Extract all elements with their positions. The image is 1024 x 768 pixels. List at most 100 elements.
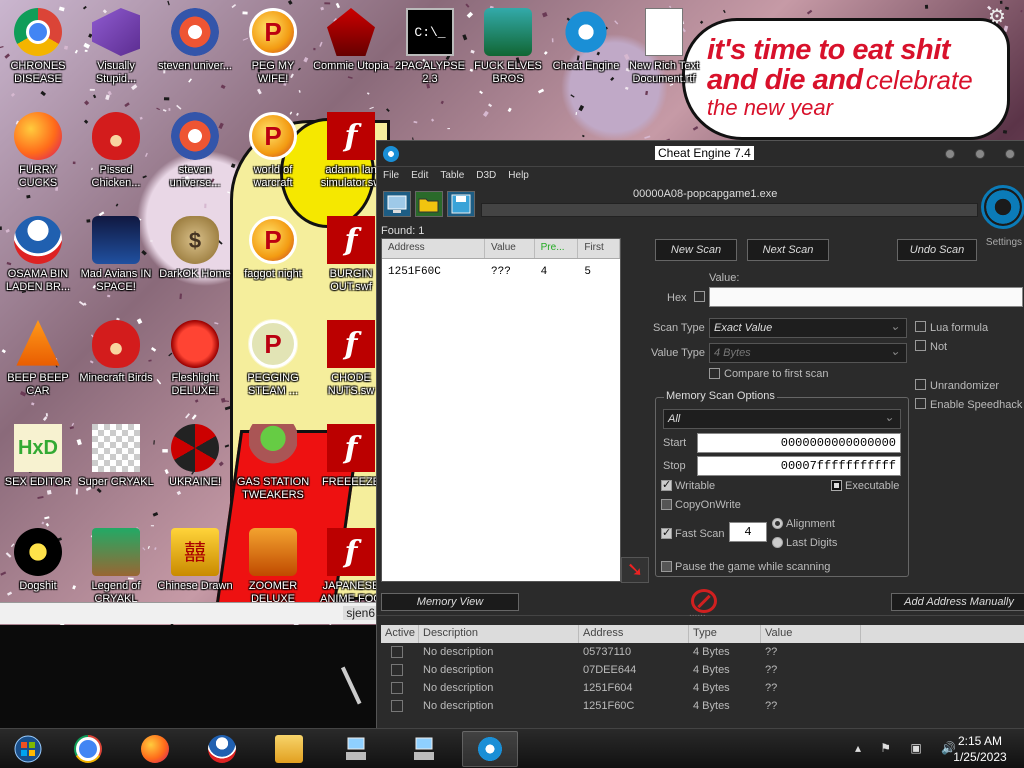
unrandomizer-checkbox[interactable] [915,379,926,390]
desktop-icon[interactable]: P PEGGING STEAM ... [235,319,311,398]
desktop-icon[interactable]: Cheat Engine [548,8,624,73]
title-bar[interactable]: Cheat Engine 7.4 [377,141,1024,167]
open-folder-button[interactable] [415,191,443,217]
menu-help[interactable]: Help [502,168,535,183]
speedhack-checkbox[interactable] [915,398,926,409]
not-checkbox[interactable] [915,340,926,351]
fast-scan-alignment-input[interactable]: 4 [729,522,767,542]
active-cell [381,646,419,658]
desktop-icon[interactable]: 囍 Chinese Drawn [157,528,233,593]
taskbar-firefox[interactable] [127,731,183,767]
desktop-icon[interactable]: FURRY CUCKS [0,112,76,190]
column-value[interactable]: Value [485,239,535,258]
select-process-button[interactable] [383,191,411,217]
column-previous[interactable]: Pre... [535,239,579,258]
minimize-button[interactable] [945,149,955,159]
hex-checkbox[interactable] [694,291,705,302]
taskbar-cheat-engine[interactable] [462,731,518,767]
column-active[interactable]: Active [381,625,419,643]
scan-results-list[interactable]: Address Value Pre... First 1251F60C ??? … [381,238,621,582]
save-button[interactable] [447,191,475,217]
desktop-icon[interactable]: CHRONES DISEASE [0,8,76,86]
desktop-icon[interactable]: Mad Avians IN SPACE! [78,216,154,294]
desktop-icon[interactable]: GAS STATION TWEAKERS [235,424,311,502]
close-button[interactable] [1005,149,1015,159]
menu-d3d[interactable]: D3D [470,168,502,183]
executable-checkbox[interactable] [831,480,842,491]
desktop-icon[interactable]: FUCK ELVES BROS [470,8,546,86]
add-address-manually-button[interactable]: Add Address Manually [891,593,1024,611]
pause-game-checkbox[interactable] [661,561,672,572]
taskbar-network-drive-1[interactable] [328,731,384,767]
new-scan-button[interactable]: New Scan [655,239,737,261]
desktop-icon[interactable]: Pworld of warcraft [235,112,311,190]
address-table-row[interactable]: No description 1251F604 4 Bytes?? [381,679,1024,697]
column-address[interactable]: Address [382,239,486,258]
desktop-icon[interactable]: New Rich Text Document.rtf [626,8,702,86]
clock[interactable]: 2:15 AM 1/25/2023 [940,733,1020,765]
copy-on-write-checkbox[interactable] [661,499,672,510]
value-input[interactable] [709,287,1023,307]
column-value[interactable]: Value [761,625,861,643]
last-digits-radio[interactable] [772,537,783,548]
active-checkbox[interactable] [391,700,403,712]
active-checkbox[interactable] [391,664,403,676]
column-address[interactable]: Address [579,625,689,643]
active-checkbox[interactable] [391,682,403,694]
background-window-titlebar[interactable]: sjen6 [0,602,378,624]
value-type-select[interactable]: 4 Bytes [709,343,907,363]
desktop-icon[interactable]: Dogshit [0,528,76,593]
taskbar-network-drive-2[interactable] [396,731,452,767]
splitter-handle[interactable] [377,608,1024,625]
menu-file[interactable]: File [377,168,405,183]
result-row[interactable]: 1251F60C ??? 4 5 [382,259,620,278]
next-scan-button[interactable]: Next Scan [747,239,829,261]
desktop-icon[interactable]: Legend of CRYAKL [78,528,154,606]
fast-scan-checkbox[interactable] [661,526,672,539]
desktop-icon[interactable]: ZOOMER DELUXE [235,528,311,606]
active-checkbox[interactable] [391,646,403,658]
desktop-icon[interactable]: Commie Utopia [313,8,389,73]
stop-address-input[interactable]: 00007fffffffffff [697,456,901,476]
taskbar-obama[interactable] [194,731,250,767]
desktop-icon[interactable]: steven universe... [157,112,233,190]
address-table[interactable]: Active Description Address Type Value No… [381,625,1024,727]
undo-scan-button[interactable]: Undo Scan [897,239,977,261]
settings-button[interactable]: Settings [981,185,1024,255]
start-button[interactable] [0,731,56,767]
menu-table[interactable]: Table [434,168,470,183]
memory-region-select[interactable]: All [663,409,901,429]
column-description[interactable]: Description [419,625,579,643]
desktop-icon[interactable]: Visually Stupid... [78,8,154,86]
desktop-icon[interactable]: Minecraft Birds [78,320,154,385]
desktop-icon[interactable]: Super CRYAKL [78,424,154,489]
desktop-icon[interactable]: Pissed Chicken... [78,112,154,190]
address-table-row[interactable]: No description 05737110 4 Bytes?? [381,643,1024,661]
compare-first-scan-checkbox[interactable] [709,368,720,379]
menu-edit[interactable]: Edit [405,168,434,183]
address-table-row[interactable]: No description 1251F60C 4 Bytes?? [381,697,1024,715]
alignment-radio[interactable] [772,518,783,529]
start-address-input[interactable]: 0000000000000000 [697,433,901,453]
add-to-list-arrow-icon[interactable]: ➘ [621,557,649,583]
desktop-icon[interactable]: BEEP BEEP CAR [0,320,76,398]
desktop-icon[interactable]: Pfaggot night [235,216,311,281]
taskbar-file-explorer[interactable] [261,731,317,767]
maximize-button[interactable] [975,149,985,159]
taskbar-chrome[interactable] [60,731,116,767]
desktop-icon[interactable]: Fleshlight DELUXE! [157,320,233,398]
lua-formula-checkbox[interactable] [915,321,926,332]
writable-checkbox[interactable] [661,478,672,491]
column-first[interactable]: First [578,239,620,258]
desktop-icon[interactable]: HxD SEX EDITOR [0,424,76,489]
desktop-icon[interactable]: steven univer... [157,8,233,73]
address-table-row[interactable]: No description 07DEE644 4 Bytes?? [381,661,1024,679]
desktop-icon[interactable]: OSAMA BIN LADEN BR... [0,216,76,294]
memory-view-button[interactable]: Memory View [381,593,519,611]
desktop-icon[interactable]: P PEG MY WIFE! [235,8,311,86]
scan-type-select[interactable]: Exact Value [709,318,907,338]
column-type[interactable]: Type [689,625,761,643]
desktop-icon[interactable]: UKRAINE! [157,424,233,489]
desktop-icon[interactable]: $ DarkOK Home [157,216,233,281]
desktop-icon[interactable]: C:\_ 2PACALYPSE 2.3 [392,8,468,86]
